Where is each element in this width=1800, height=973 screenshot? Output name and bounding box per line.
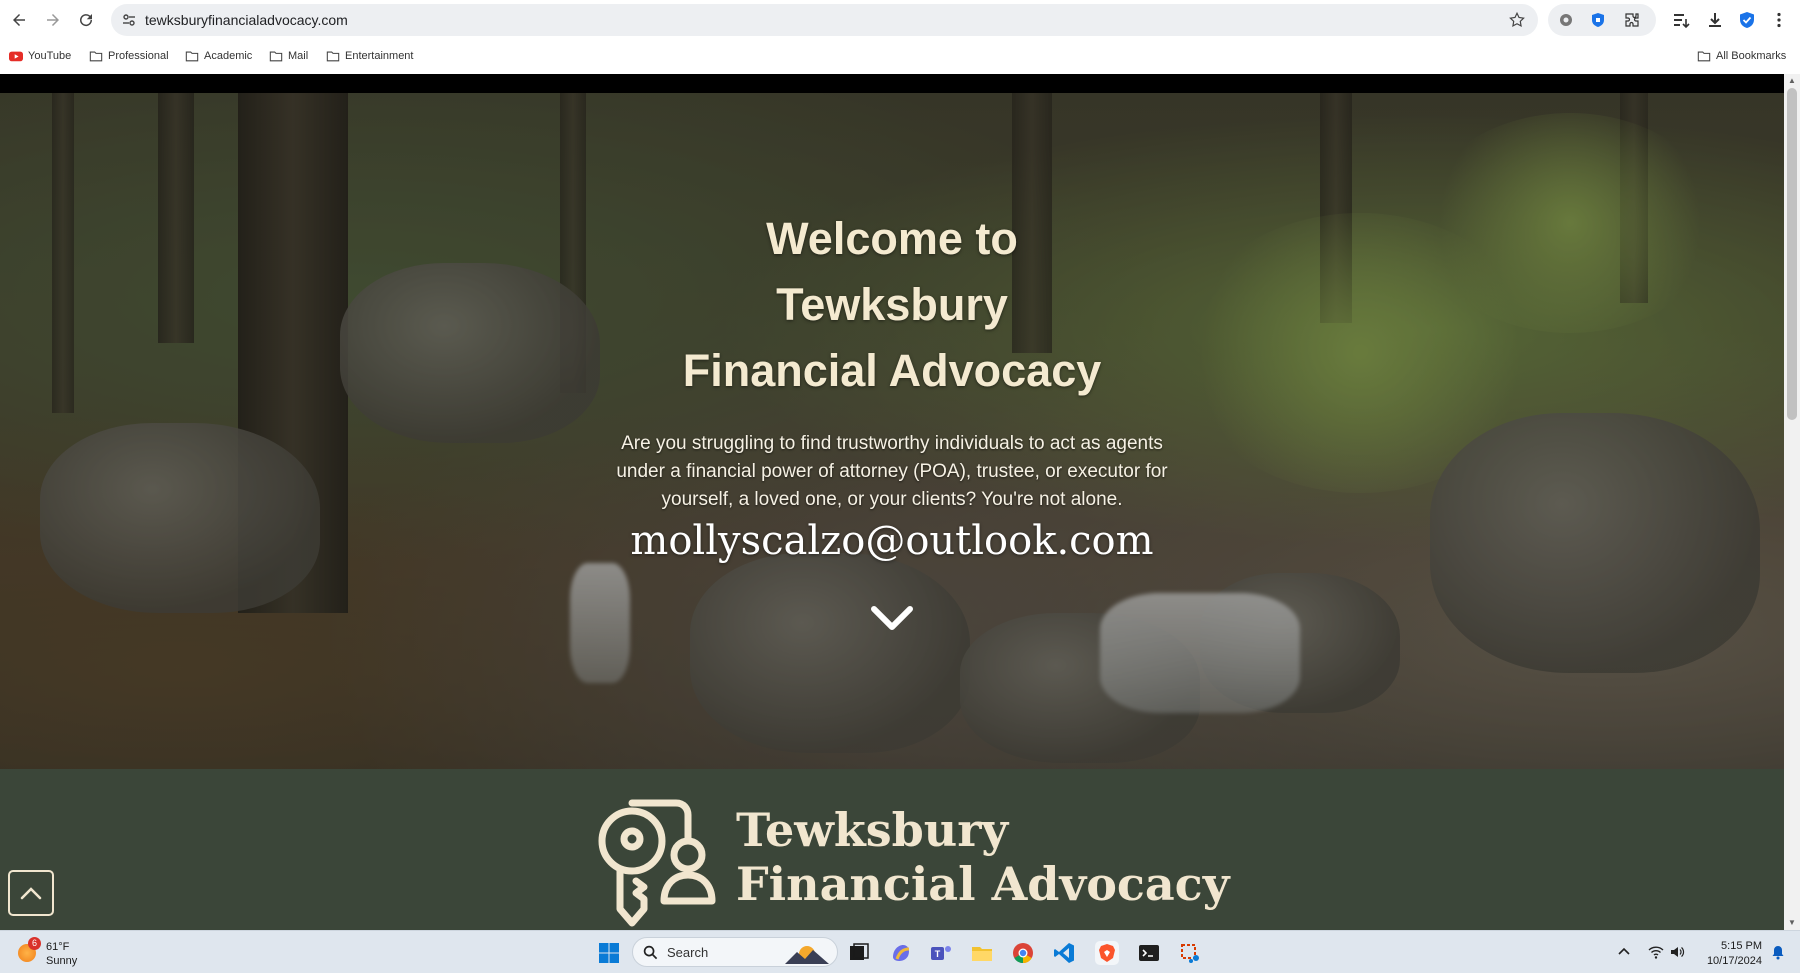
address-bar[interactable]: tewksburyfinancialadvocacy.com <box>111 4 1538 36</box>
back-button[interactable] <box>6 7 32 33</box>
search-highlight-landscape-icon <box>785 946 829 964</box>
system-clock[interactable]: 5:15 PM 10/17/2024 <box>1700 939 1762 969</box>
forward-button[interactable] <box>40 7 66 33</box>
extensions-group <box>1548 4 1656 36</box>
logo-text-line: Tewksbury <box>736 803 1009 857</box>
scrollbar-thumb[interactable] <box>1787 88 1797 420</box>
hero-title: Welcome to Tewksbury Financial Advocacy <box>0 206 1784 404</box>
windows-start-icon[interactable] <box>597 941 621 965</box>
browser-toolbar: tewksburyfinancialadvocacy.com <box>0 0 1800 40</box>
show-hidden-icons-chevron-icon[interactable] <box>1616 944 1632 960</box>
hero-title-line: Welcome to <box>766 213 1018 264</box>
teams-icon[interactable]: T <box>929 941 953 965</box>
bookmark-folder-professional[interactable]: Professional <box>89 49 169 63</box>
vscode-icon[interactable] <box>1052 941 1076 965</box>
chrome-icon[interactable] <box>1011 941 1035 965</box>
hero-section: Welcome to Tewksbury Financial Advocacy … <box>0 93 1784 769</box>
chevron-up-icon <box>20 887 42 900</box>
reading-list-icon[interactable] <box>1672 11 1690 29</box>
folder-icon <box>185 51 199 62</box>
youtube-icon <box>9 51 23 62</box>
bookmark-star-icon[interactable] <box>1508 11 1526 29</box>
folder-icon <box>89 51 103 62</box>
scroll-up-arrow-icon[interactable]: ▲ <box>1788 77 1796 85</box>
extension-shield-icon[interactable] <box>1590 12 1606 28</box>
search-label: Search <box>667 945 709 960</box>
weather-widget[interactable]: 6 61°F Sunny <box>16 937 106 969</box>
volume-icon[interactable] <box>1669 944 1685 960</box>
downloads-icon[interactable] <box>1706 11 1724 29</box>
logo-section: Tewksbury Financial Advocacy <box>0 769 1784 930</box>
clock-date: 10/17/2024 <box>1706 955 1762 967</box>
task-view-icon[interactable] <box>847 941 871 965</box>
hero-title-line: Financial Advocacy <box>682 345 1102 396</box>
clock-time: 5:15 PM <box>1721 940 1762 952</box>
weather-condition: Sunny <box>46 955 78 967</box>
password-manager-shield-icon[interactable] <box>1738 11 1756 29</box>
scroll-to-top-button[interactable] <box>8 870 54 916</box>
page-scrollbar[interactable]: ▲ ▼ <box>1784 74 1800 930</box>
page-viewport: Welcome to Tewksbury Financial Advocacy … <box>0 74 1784 930</box>
taskbar: 6 61°F Sunny Search T 5:15 PM 10/17/2024 <box>0 930 1800 973</box>
back-arrow-icon <box>13 14 25 26</box>
site-settings-icon[interactable] <box>121 12 137 28</box>
bookmark-label: Mail <box>288 50 309 62</box>
contact-email-link[interactable]: mollyscalzo@outlook.com <box>0 518 1784 564</box>
file-explorer-icon[interactable] <box>970 941 994 965</box>
all-bookmarks-label: All Bookmarks <box>1716 50 1787 62</box>
bookmark-label: YouTube <box>28 50 72 62</box>
folder-icon <box>326 51 340 62</box>
logo-text-line: Financial Advocacy <box>736 857 1230 911</box>
bookmark-label: Academic <box>204 50 253 62</box>
forward-arrow-icon <box>47 14 59 26</box>
wifi-icon[interactable] <box>1648 944 1664 960</box>
bookmark-youtube[interactable]: YouTube <box>9 49 71 63</box>
browser-menu-icon[interactable] <box>1770 11 1788 29</box>
snipping-tool-icon[interactable] <box>1179 941 1203 965</box>
notifications-bell-icon[interactable] <box>1770 944 1786 960</box>
header-strip <box>0 74 1784 93</box>
hero-intro-text: Are you struggling to find trustworthy i… <box>616 433 1168 510</box>
bookmark-folder-entertainment[interactable]: Entertainment <box>326 49 413 63</box>
taskbar-search-box[interactable]: Search <box>632 937 838 967</box>
terminal-icon[interactable] <box>1137 941 1161 965</box>
bookmark-label: Professional <box>108 50 169 62</box>
key-person-logo-icon <box>598 799 716 927</box>
notification-badge: 6 <box>28 937 41 950</box>
extensions-puzzle-icon[interactable] <box>1624 12 1640 28</box>
scroll-down-arrow-icon[interactable]: ▼ <box>1788 919 1796 927</box>
extension-gear-icon[interactable] <box>1558 12 1574 28</box>
svg-text:T: T <box>935 949 941 959</box>
scroll-down-chevron-icon[interactable] <box>870 603 914 633</box>
bookmark-folder-mail[interactable]: Mail <box>269 49 308 63</box>
weather-temperature: 61°F <box>46 941 70 953</box>
bookmarks-bar: YouTube Professional Academic Mail Enter… <box>0 40 1800 74</box>
bookmark-label: Entertainment <box>345 50 414 62</box>
folder-icon <box>1697 51 1711 62</box>
logo-wordmark: Tewksbury Financial Advocacy <box>736 803 1229 911</box>
reload-button[interactable] <box>73 7 99 33</box>
folder-icon <box>269 51 283 62</box>
copilot-icon[interactable] <box>889 941 913 965</box>
all-bookmarks-button[interactable]: All Bookmarks <box>1697 49 1786 63</box>
reload-icon <box>80 14 93 27</box>
bookmark-folder-academic[interactable]: Academic <box>185 49 252 63</box>
search-icon <box>643 945 658 960</box>
hero-title-line: Tewksbury <box>776 279 1008 330</box>
url-text[interactable]: tewksburyfinancialadvocacy.com <box>145 12 348 28</box>
brave-browser-icon[interactable] <box>1095 941 1119 965</box>
